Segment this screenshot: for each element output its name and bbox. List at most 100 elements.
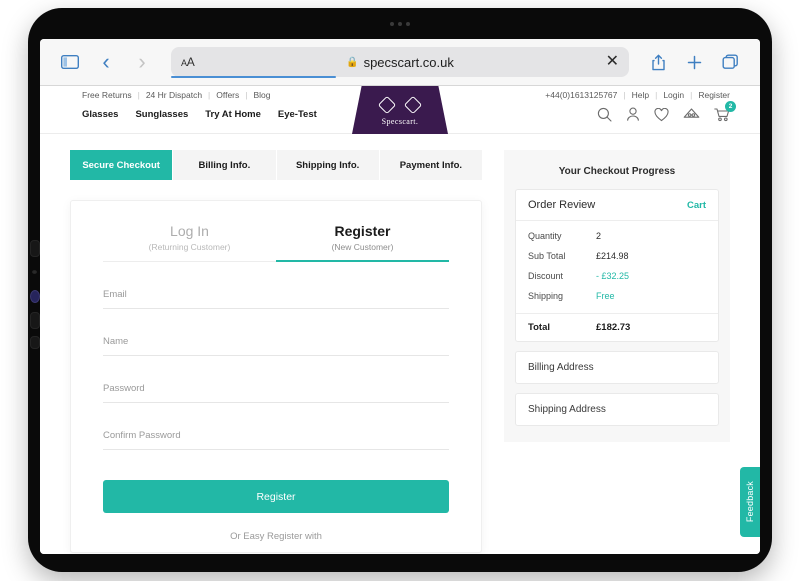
back-button[interactable]: ‹ — [90, 47, 122, 77]
quantity-value: 2 — [596, 231, 602, 241]
header-left-nav: Free Returns | 24 Hr Dispatch | Offers |… — [82, 90, 317, 120]
feedback-tab[interactable]: Feedback — [740, 467, 760, 537]
checkout-progress-panel: Your Checkout Progress Order Review Cart… — [504, 150, 730, 442]
order-review-card: Order Review Cart Quantity 2 Sub Total £… — [515, 189, 719, 342]
name-input[interactable] — [103, 336, 449, 347]
subtotal-value: £214.98 — [596, 251, 629, 261]
forward-button: › — [138, 49, 146, 74]
checkout-progress-title: Your Checkout Progress — [558, 166, 676, 177]
glasses-icon[interactable] — [683, 107, 700, 122]
reader-text-size-button[interactable]: AA — [181, 55, 195, 69]
utility-link-offers[interactable]: Offers — [216, 90, 239, 100]
main-nav: Glasses Sunglasses Try At Home Eye-Test — [82, 109, 317, 120]
divider: | — [623, 90, 626, 100]
total-label: Total — [528, 322, 550, 333]
logo-diamonds-icon — [378, 96, 422, 113]
email-field-wrap — [103, 284, 449, 309]
login-link[interactable]: Login — [663, 90, 684, 100]
sidebar-toggle-icon[interactable] — [54, 47, 86, 77]
order-summary-rows: Quantity 2 Sub Total £214.98 Discount - … — [516, 221, 718, 313]
help-link[interactable]: Help — [632, 90, 649, 100]
tabs-icon[interactable] — [714, 47, 746, 77]
close-icon[interactable]: ✕ — [606, 54, 619, 70]
header-right-nav: +44(0)1613125767 | Help | Login | Regist… — [545, 90, 736, 122]
url-display: 🔒 specscart.co.uk — [171, 55, 629, 70]
password-input[interactable] — [103, 383, 449, 394]
tablet-frame: ‹ › AA 🔒 specscart.co.uk ✕ Specscart. Fr… — [28, 8, 772, 572]
plus-icon[interactable] — [678, 47, 710, 77]
reader-large-a: A — [186, 55, 195, 69]
tab-login-title: Log In — [170, 223, 209, 239]
nav-item-glasses[interactable]: Glasses — [82, 109, 118, 120]
lock-icon: 🔒 — [346, 56, 359, 68]
browser-toolbar: ‹ › AA 🔒 specscart.co.uk ✕ — [40, 39, 760, 86]
utility-link-dispatch[interactable]: 24 Hr Dispatch — [146, 90, 202, 100]
url-text: specscart.co.uk — [363, 54, 454, 70]
order-row-subtotal: Sub Total £214.98 — [516, 246, 718, 266]
utility-link-blog[interactable]: Blog — [253, 90, 270, 100]
name-field-wrap — [103, 331, 449, 356]
quantity-label: Quantity — [528, 231, 562, 241]
cart-link[interactable]: Cart — [687, 200, 706, 211]
header-icons: 2 — [597, 101, 736, 122]
account-links: +44(0)1613125767 | Help | Login | Regist… — [545, 90, 730, 100]
divider: | — [208, 90, 211, 100]
volume-up-button[interactable] — [30, 312, 40, 329]
divider: | — [655, 90, 658, 100]
tab-register-subtitle: (New Customer) — [331, 242, 394, 252]
tab-payment-info[interactable]: Payment Info. — [379, 150, 482, 180]
bezel-sensor-dots — [390, 22, 410, 26]
checkout-right-column: Your Checkout Progress Order Review Cart… — [504, 150, 730, 554]
total-value: £182.73 — [596, 322, 631, 333]
auth-card: Log In (Returning Customer) Register (Ne… — [70, 200, 482, 553]
order-review-title: Order Review — [528, 199, 596, 211]
nav-item-eye-test[interactable]: Eye-Test — [278, 109, 317, 120]
tab-billing-info[interactable]: Billing Info. — [173, 150, 277, 180]
shipping-label: Shipping — [528, 291, 564, 301]
cart-icon[interactable]: 2 — [714, 101, 736, 122]
specscart-logo[interactable]: Specscart. — [352, 86, 448, 134]
nav-item-sunglasses[interactable]: Sunglasses — [135, 109, 188, 120]
search-icon[interactable] — [597, 107, 612, 122]
utility-link-free-returns[interactable]: Free Returns — [82, 90, 132, 100]
nav-item-try-at-home[interactable]: Try At Home — [205, 109, 261, 120]
easy-register-label: Or Easy Register with — [230, 531, 322, 542]
checkout-page: Secure Checkout Billing Info. Shipping I… — [40, 134, 760, 554]
divider: | — [137, 90, 140, 100]
share-icon[interactable] — [642, 47, 674, 77]
billing-address-section[interactable]: Billing Address — [515, 351, 719, 384]
heart-icon[interactable] — [654, 107, 669, 122]
tab-register-title: Register — [334, 223, 391, 239]
order-row-discount: Discount - £32.25 — [516, 266, 718, 286]
tab-shipping-info[interactable]: Shipping Info. — [276, 150, 380, 180]
divider: | — [245, 90, 248, 100]
discount-value: - £32.25 — [596, 271, 630, 281]
tab-login[interactable]: Log In (Returning Customer) — [103, 223, 276, 261]
bezel-dot — [32, 270, 37, 274]
page-load-progress — [171, 76, 336, 78]
confirm-password-field-wrap — [103, 425, 449, 450]
order-row-total: Total £182.73 — [516, 313, 718, 341]
register-submit-button[interactable]: Register — [103, 480, 449, 513]
cart-count-badge: 2 — [725, 101, 736, 112]
divider: | — [690, 90, 693, 100]
tab-secure-checkout[interactable]: Secure Checkout — [70, 150, 174, 180]
volume-down-button[interactable] — [30, 336, 40, 349]
order-review-header: Order Review Cart — [516, 190, 718, 221]
address-bar[interactable]: AA 🔒 specscart.co.uk ✕ — [171, 47, 629, 78]
home-button[interactable] — [30, 290, 40, 303]
email-input[interactable] — [103, 289, 449, 300]
order-row-shipping: Shipping Free — [516, 286, 718, 306]
register-link[interactable]: Register — [698, 90, 730, 100]
tab-login-subtitle: (Returning Customer) — [148, 242, 231, 252]
password-field-wrap — [103, 378, 449, 403]
logo-text: Specscart. — [381, 116, 419, 126]
phone-number[interactable]: +44(0)1613125767 — [545, 90, 617, 100]
confirm-password-input[interactable] — [103, 430, 449, 441]
discount-label: Discount — [528, 271, 564, 281]
power-button[interactable] — [30, 240, 40, 257]
subtotal-label: Sub Total — [528, 251, 566, 261]
tab-register[interactable]: Register (New Customer) — [276, 223, 449, 262]
user-icon[interactable] — [626, 107, 640, 122]
shipping-address-section[interactable]: Shipping Address — [515, 393, 719, 426]
